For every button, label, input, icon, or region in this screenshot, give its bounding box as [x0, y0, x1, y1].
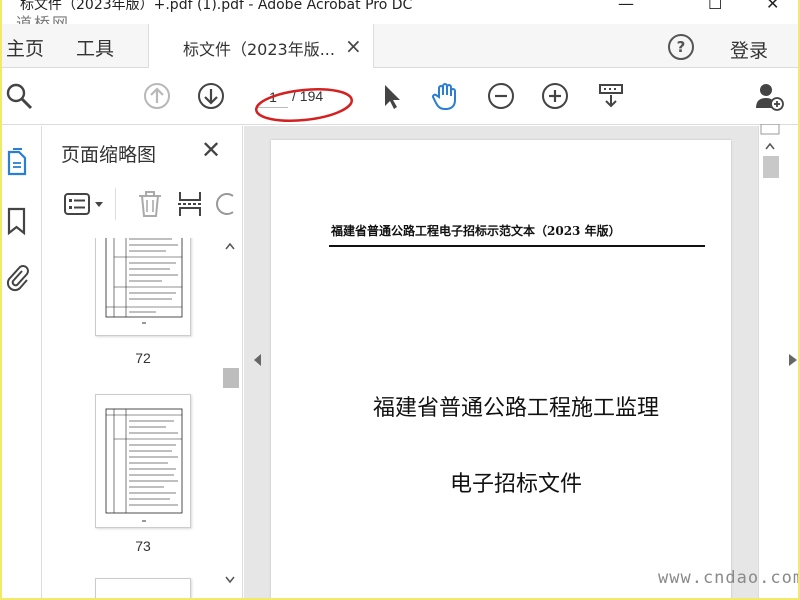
panel-title: 页面缩略图: [61, 144, 157, 166]
zoom-in-icon[interactable]: [540, 81, 570, 111]
previous-page-icon[interactable]: [142, 81, 172, 111]
attachment-icon[interactable]: [4, 262, 30, 292]
expand-right-panel-icon[interactable]: [789, 354, 797, 366]
toolbar-divider: [115, 188, 116, 220]
window-title: 标文件（2023年版）+.pdf (1).pdf - Adobe Acrobat…: [20, 0, 413, 13]
thumbnail-scrollbar[interactable]: [221, 238, 239, 598]
scrollbar-thumb[interactable]: [223, 368, 239, 388]
thumbnail-list: 72 73: [43, 238, 221, 598]
thumbnail-page-number: 73: [135, 538, 151, 554]
document-scrollbar[interactable]: [758, 124, 798, 598]
left-navigation-rail: [2, 126, 42, 598]
rotate-page-icon[interactable]: [215, 190, 235, 218]
site-url-watermark: www.cndao.com: [658, 568, 798, 588]
next-page-icon[interactable]: [196, 81, 226, 111]
thumbnail-page-number: 72: [135, 350, 151, 366]
close-window-button[interactable]: ✕: [766, 0, 779, 13]
select-arrow-icon[interactable]: [376, 81, 406, 111]
share-user-icon[interactable]: [754, 81, 784, 111]
document-view[interactable]: 福建省普通公路工程电子招标示范文本（2023 年版） 福建省普通公路工程施工监理…: [244, 126, 758, 598]
minimize-button[interactable]: —: [618, 0, 634, 13]
hand-tool-icon[interactable]: [430, 81, 460, 111]
thumbnail-toolbar: [43, 182, 243, 226]
acrobat-window: 标文件（2023年版）+.pdf (1).pdf - Adobe Acrobat…: [2, 0, 798, 598]
extract-page-icon[interactable]: [177, 190, 203, 218]
header-rule: [329, 245, 705, 247]
thumbnail-page-73[interactable]: [95, 394, 191, 528]
document-subtitle: 电子招标文件: [449, 472, 582, 497]
search-icon[interactable]: [4, 81, 34, 111]
scroll-down-icon[interactable]: [225, 576, 235, 584]
thumbnail-preview: [105, 408, 183, 522]
login-button[interactable]: 登录: [730, 36, 768, 63]
maximize-button[interactable]: ☐: [708, 0, 722, 13]
tab-home[interactable]: 主页: [6, 34, 44, 61]
red-annotation-ellipse: [254, 88, 354, 122]
zoom-out-icon[interactable]: [486, 81, 516, 111]
thumbnail-page-next[interactable]: [95, 578, 191, 598]
title-bar: 标文件（2023年版）+.pdf (1).pdf - Adobe Acrobat…: [2, 0, 798, 24]
scroll-up-icon[interactable]: [225, 242, 235, 250]
tab-tools[interactable]: 工具: [76, 34, 114, 61]
collapse-panel-icon[interactable]: [254, 354, 262, 366]
delete-page-icon[interactable]: [137, 190, 163, 218]
tab-document-label: 标文件（2023年版...: [183, 40, 335, 59]
thumbnail-options-icon[interactable]: [63, 190, 107, 218]
page-display-icon[interactable]: [596, 81, 626, 111]
scroll-up-icon[interactable]: [765, 142, 775, 150]
thumbnail-page-72[interactable]: [95, 238, 191, 336]
tab-close-button[interactable]: ×: [345, 34, 362, 58]
scrollbar-thumb[interactable]: [763, 156, 779, 178]
bookmark-icon[interactable]: [4, 206, 30, 236]
thumbnail-preview: [105, 238, 183, 324]
page-edge-indicator: [760, 124, 780, 135]
pdf-page: 福建省普通公路工程电子招标示范文本（2023 年版） 福建省普通公路工程施工监理…: [271, 140, 731, 598]
page-thumbnails-panel: 页面缩略图 ✕ 72 73: [43, 126, 243, 598]
help-button[interactable]: ?: [668, 34, 694, 60]
panel-close-button[interactable]: ✕: [201, 136, 221, 164]
document-title: 福建省普通公路工程施工监理: [372, 396, 659, 421]
tab-bar: 主页 工具 标文件（2023年版... × ? 登录: [2, 24, 798, 68]
toolbar: / 194: [2, 69, 798, 125]
document-header: 福建省普通公路工程电子招标示范文本（2023 年版）: [331, 224, 621, 238]
page-thumbnails-icon[interactable]: [4, 148, 30, 178]
tab-document[interactable]: 标文件（2023年版... ×: [148, 24, 374, 68]
